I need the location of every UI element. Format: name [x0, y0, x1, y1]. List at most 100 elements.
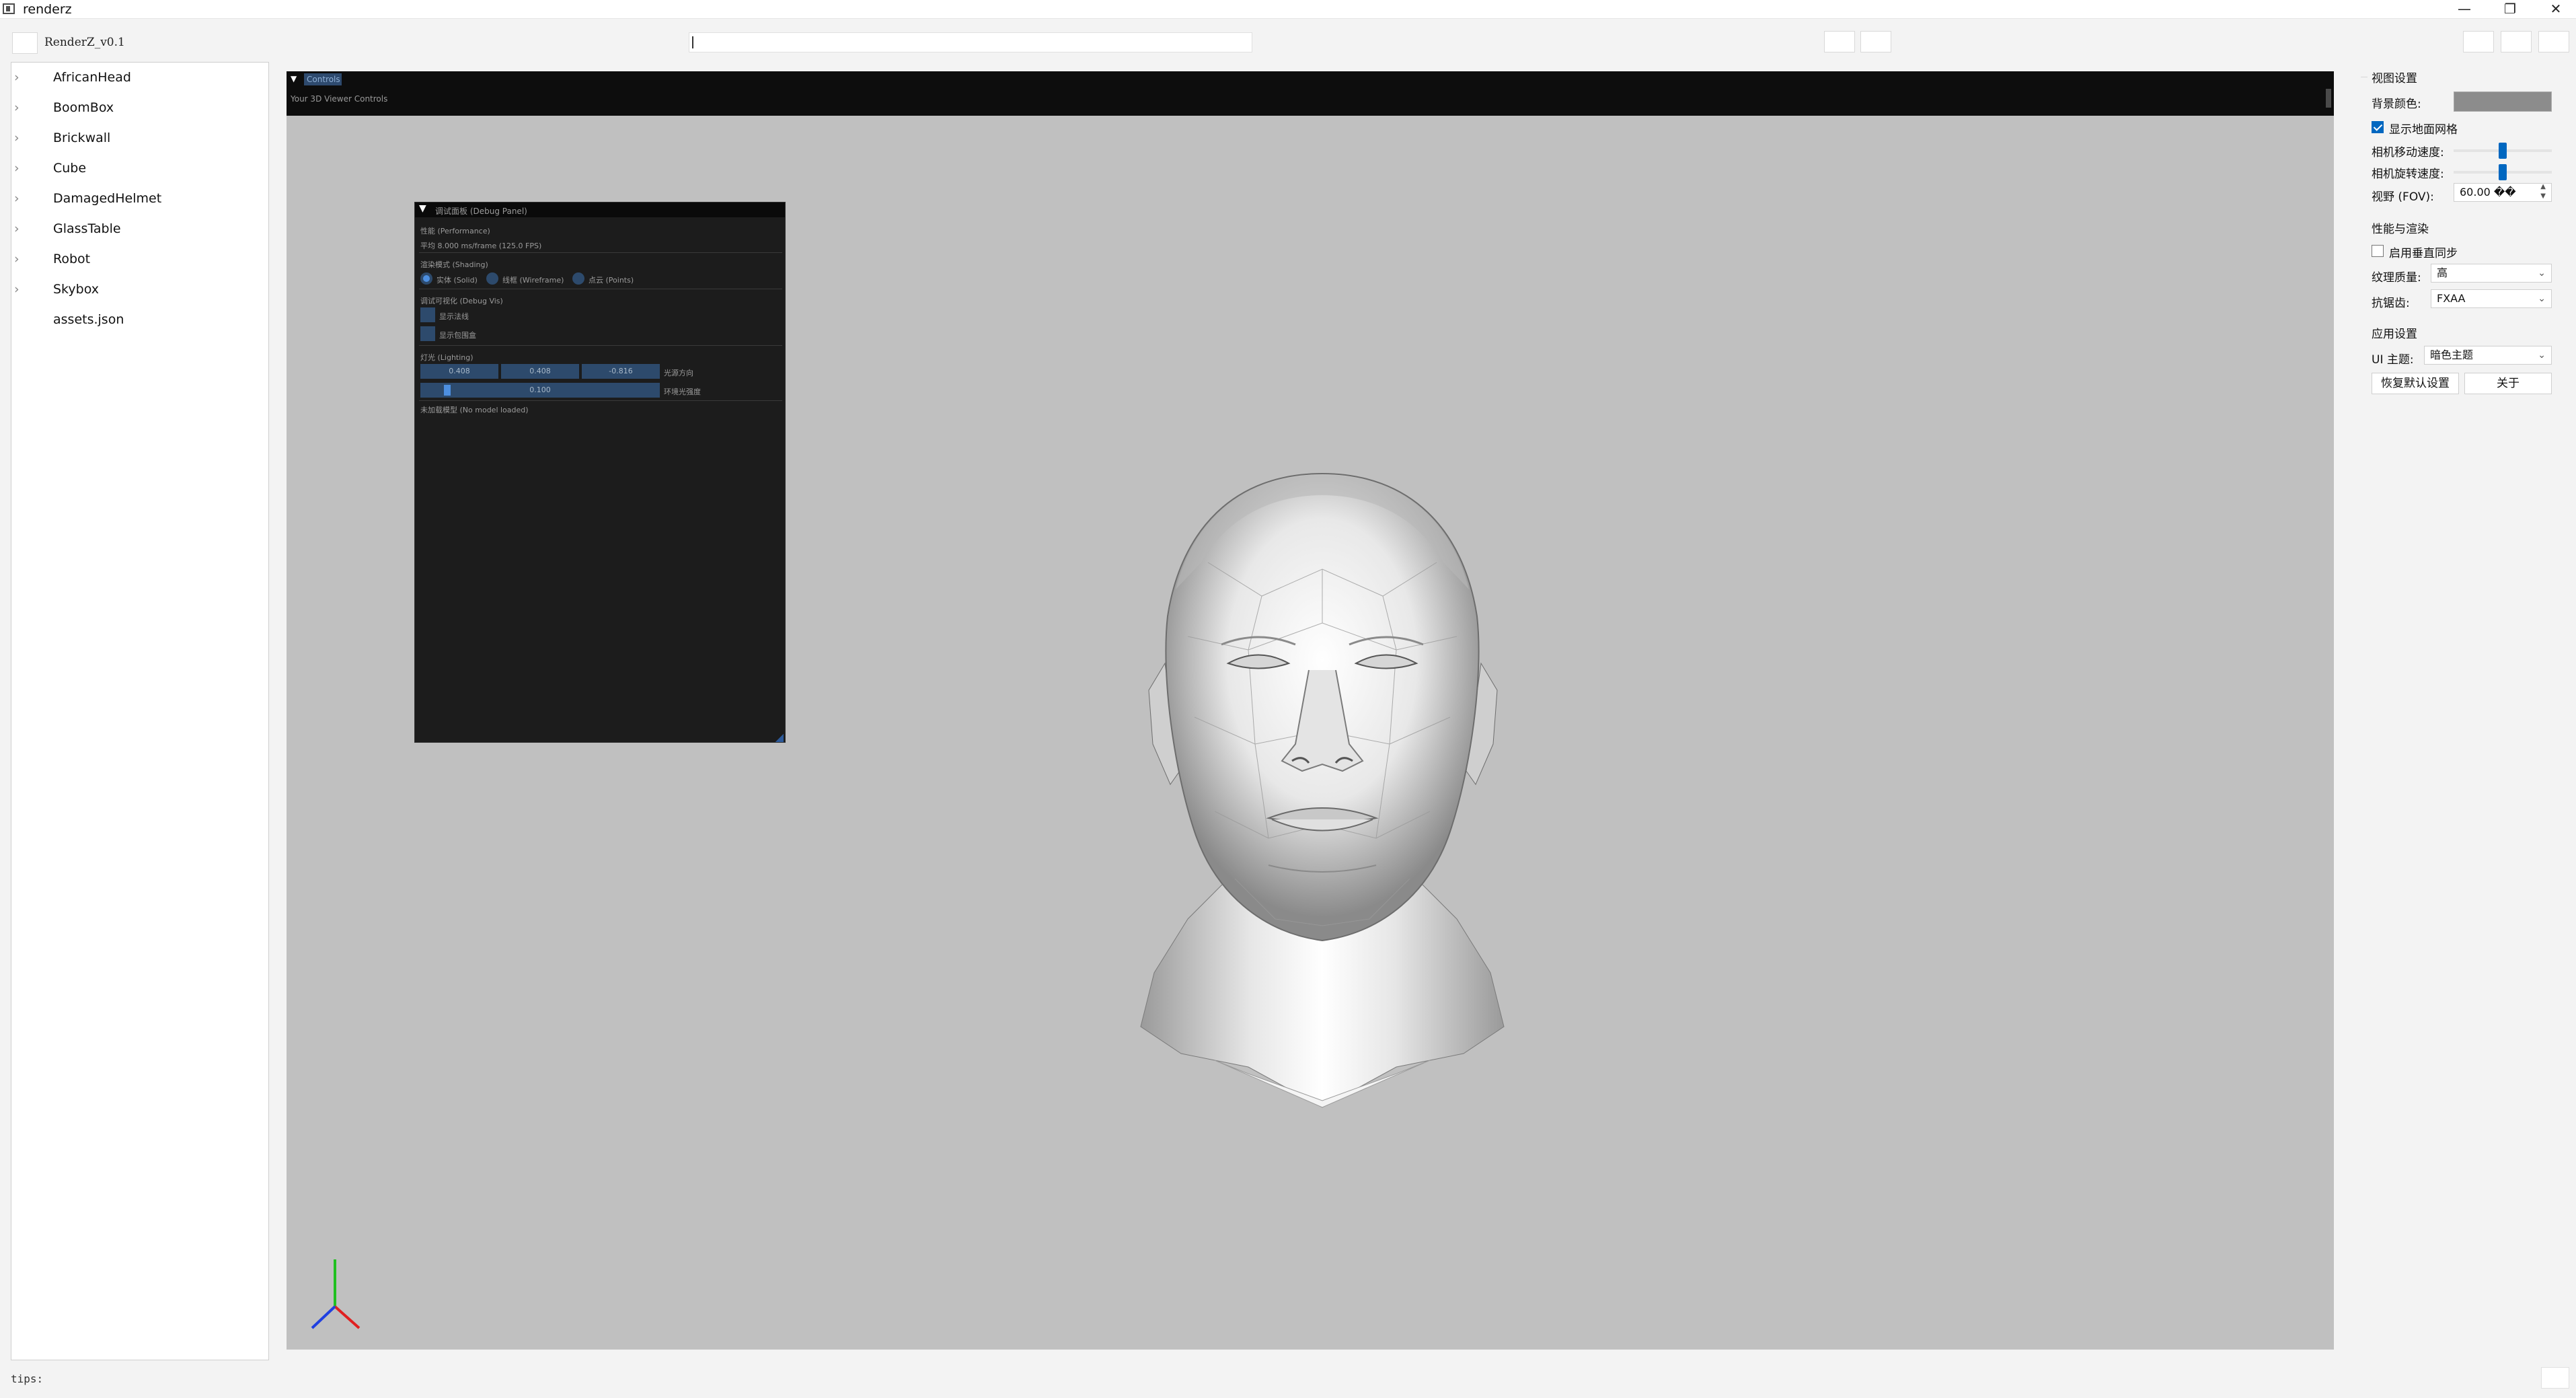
- tree-item-label: Brickwall: [53, 131, 111, 145]
- divider: [419, 345, 782, 346]
- toolbar-button-5[interactable]: [2538, 31, 2569, 52]
- chevron-right-icon[interactable]: ›: [14, 282, 20, 297]
- antialias-value: FXAA: [2437, 292, 2466, 305]
- tips-label: tips:: [11, 1372, 44, 1385]
- title-bar: renderz — ❐ ✕: [0, 0, 2576, 19]
- show-grid-checkbox[interactable]: [2372, 121, 2384, 133]
- head-model-render: [1140, 472, 1505, 1108]
- light-dir-z-field[interactable]: -0.816: [582, 364, 660, 379]
- spin-arrows-icon[interactable]: ▲ ▼: [2540, 182, 2546, 201]
- tree-item[interactable]: › Brickwall: [11, 124, 267, 154]
- antialias-select[interactable]: FXAA ⌄: [2431, 289, 2552, 308]
- cam-move-slider[interactable]: [2454, 143, 2552, 159]
- toolbar-button-3[interactable]: [2463, 31, 2494, 52]
- shading-option-points: 点云 (Points): [589, 276, 634, 285]
- shading-radio-wireframe[interactable]: [486, 272, 498, 285]
- texture-quality-select[interactable]: 高 ⌄: [2431, 264, 2552, 283]
- show-grid-label: 显示地面网格: [2389, 123, 2458, 137]
- tree-item[interactable]: › AfricanHead: [11, 63, 267, 94]
- tree-item[interactable]: › BoomBox: [11, 94, 267, 124]
- chevron-right-icon[interactable]: ›: [14, 70, 20, 85]
- chevron-right-icon[interactable]: ›: [14, 100, 20, 115]
- tree-item[interactable]: assets.json: [11, 305, 267, 336]
- antialias-label: 抗锯齿:: [2372, 297, 2410, 310]
- tree-item-label: BoomBox: [53, 100, 114, 115]
- view-settings-header: 视图设置: [2372, 72, 2417, 85]
- shading-radio-points[interactable]: [572, 272, 584, 285]
- chevron-right-icon[interactable]: ›: [14, 191, 20, 206]
- tree-item[interactable]: › Robot: [11, 245, 267, 275]
- chevron-right-icon[interactable]: ›: [14, 161, 20, 176]
- ambient-slider[interactable]: 0.100: [420, 383, 660, 398]
- cam-rotate-slider[interactable]: [2454, 164, 2552, 180]
- light-dir-label: 光源方向: [664, 369, 693, 377]
- light-dir-x-field[interactable]: 0.408: [420, 364, 498, 379]
- toolbar-button-4[interactable]: [2501, 31, 2532, 52]
- ambient-value: 0.100: [529, 385, 551, 394]
- fov-spinbox[interactable]: 60.00 �� ▲ ▼: [2454, 183, 2552, 202]
- theme-select[interactable]: 暗色主题 ⌄: [2424, 346, 2552, 365]
- tree-item-label: Skybox: [53, 282, 99, 297]
- debugvis-header: 调试可视化 (Debug Vis): [420, 297, 503, 305]
- settings-panel: 视图设置 背景颜色: 显示地面网格 相机移动速度: 相机旋转速度: 视野 (FO…: [2354, 63, 2576, 420]
- chevron-right-icon[interactable]: ›: [14, 131, 20, 145]
- axis-gizmo-icon: [311, 1259, 361, 1329]
- restore-icon[interactable]: ❐: [2491, 0, 2529, 19]
- controls-bar: ▼ Controls Your 3D Viewer Controls: [287, 71, 2334, 116]
- controls-description: Your 3D Viewer Controls: [291, 94, 388, 104]
- performance-value: 平均 8.000 ms/frame (125.0 FPS): [420, 242, 542, 250]
- tree-item-label: assets.json: [53, 312, 124, 327]
- toolbar-menu-button[interactable]: [12, 32, 38, 54]
- bg-color-swatch[interactable]: [2454, 91, 2552, 112]
- asset-tree[interactable]: › AfricanHead › BoomBox › Brickwall › Cube › Dama…: [11, 62, 269, 1360]
- texture-quality-value: 高: [2437, 266, 2448, 279]
- vsync-checkbox[interactable]: [2372, 245, 2384, 257]
- controls-tab[interactable]: Controls: [304, 73, 342, 85]
- cam-rotate-slider-thumb[interactable]: [2499, 164, 2507, 180]
- debug-panel-header[interactable]: ▼ 调试面板 (Debug Panel): [415, 203, 785, 217]
- bg-color-label: 背景颜色:: [2372, 98, 2421, 111]
- collapse-arrow-icon[interactable]: ▼: [419, 203, 426, 214]
- resize-grip-icon[interactable]: [775, 734, 784, 742]
- debug-panel: ▼ 调试面板 (Debug Panel) 性能 (Performance) 平均…: [414, 202, 786, 743]
- reset-defaults-button[interactable]: 恢复默认设置: [2372, 373, 2459, 394]
- tree-item-label: AfricanHead: [53, 70, 131, 85]
- model-status: 未加载模型 (No model loaded): [420, 406, 529, 414]
- tree-item-label: GlassTable: [53, 221, 121, 236]
- lighting-header: 灯光 (Lighting): [420, 353, 473, 362]
- chevron-right-icon[interactable]: ›: [14, 252, 20, 266]
- tree-item[interactable]: › Skybox: [11, 275, 267, 305]
- light-dir-y-field[interactable]: 0.408: [501, 364, 579, 379]
- toolbar: [0, 19, 2576, 62]
- close-icon[interactable]: ✕: [2537, 0, 2575, 19]
- cam-move-slider-thumb[interactable]: [2499, 143, 2507, 159]
- toolbar-button-1[interactable]: [1824, 31, 1855, 52]
- vsync-label: 启用垂直同步: [2389, 247, 2458, 260]
- show-normals-checkbox[interactable]: [420, 307, 435, 322]
- status-button[interactable]: [2541, 1367, 2569, 1389]
- show-normals-label: 显示法线: [439, 312, 469, 321]
- chevron-down-icon: ⌄: [2538, 350, 2546, 361]
- ambient-slider-thumb[interactable]: [443, 385, 451, 396]
- collapse-arrow-icon[interactable]: ▼: [291, 74, 297, 83]
- shading-header: 渲染模式 (Shading): [420, 260, 488, 269]
- controls-scrollbar[interactable]: [2326, 89, 2331, 108]
- chevron-right-icon[interactable]: ›: [14, 221, 20, 236]
- version-label: RenderZ_v0.1: [44, 36, 125, 49]
- tree-item[interactable]: › DamagedHelmet: [11, 184, 267, 215]
- tree-item[interactable]: › Cube: [11, 154, 267, 184]
- tree-item[interactable]: › GlassTable: [11, 215, 267, 245]
- tree-item-label: Cube: [53, 161, 87, 176]
- theme-label: UI 主题:: [2372, 353, 2414, 367]
- toolbar-button-2[interactable]: [1860, 31, 1891, 52]
- 3d-viewport[interactable]: ▼ Controls Your 3D Viewer Controls ▼ 调试面…: [287, 71, 2334, 1350]
- shading-radio-solid[interactable]: [420, 272, 432, 285]
- tree-item-label: Robot: [53, 252, 91, 266]
- texture-quality-label: 纹理质量:: [2372, 271, 2421, 285]
- minimize-icon[interactable]: —: [2446, 0, 2483, 19]
- chevron-down-icon: ⌄: [2538, 268, 2546, 279]
- show-bbox-label: 显示包围盒: [439, 331, 476, 340]
- about-button[interactable]: 关于: [2464, 373, 2552, 394]
- path-input[interactable]: [689, 32, 1252, 52]
- show-bbox-checkbox[interactable]: [420, 326, 435, 341]
